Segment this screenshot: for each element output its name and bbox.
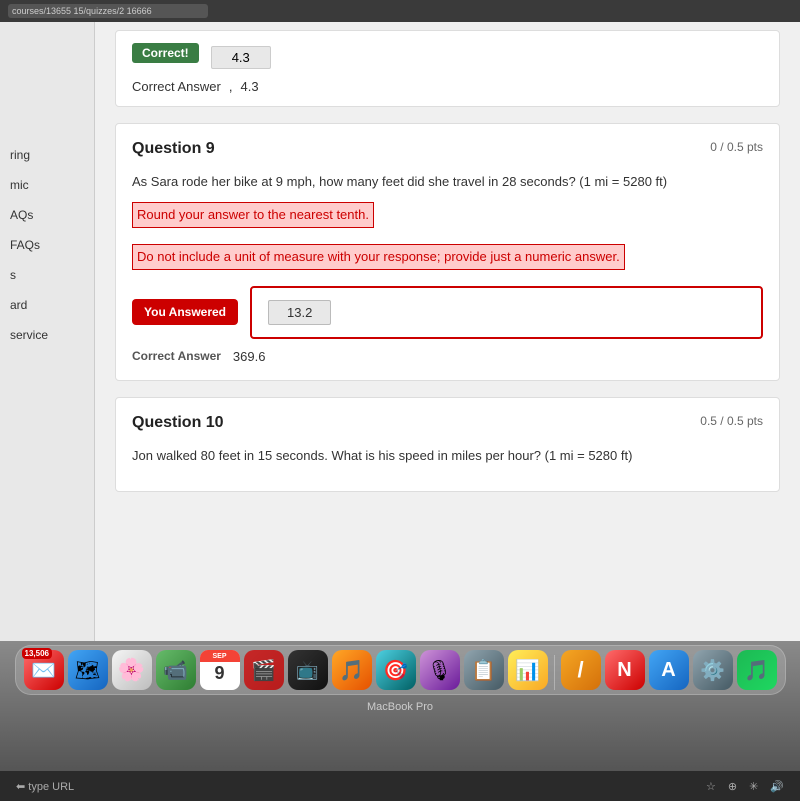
instruction-1-block: Round your answer to the nearest tenth. [132,202,763,234]
prev-answer-value: 4.3 [211,46,271,69]
prev-correct-answer-row: Correct Answer , 4.3 [132,79,763,94]
prev-correct-comma: , [229,79,233,94]
bottom-right: ☆ ⊕ ✳ 🔊 [706,780,784,793]
dock-podcasts-red-icon[interactable]: 🎬 [244,650,284,690]
macbook-label: MacBook Pro [367,701,433,713]
url-bar[interactable]: courses/13655 15/quizzes/2 16666 [8,4,208,18]
bottom-bar: ⬅ type URL ☆ ⊕ ✳ 🔊 [0,771,800,801]
sidebar-item-faqs[interactable]: FAQs [0,232,94,258]
correct-answer-value: 369.6 [233,349,266,364]
calendar-month: SEP [212,653,226,660]
correct-answer-label: Correct Answer [132,349,221,363]
question-9-header: Question 9 0 / 0.5 pts [132,140,763,158]
question-9-text: As Sara rode her bike at 9 mph, how many… [132,172,763,192]
question-10-header: Question 10 0.5 / 0.5 pts [132,414,763,432]
dock-calendar-icon[interactable]: SEP 9 [200,650,240,690]
dock-area: ✉️ 13,506 🗺 🌸 📹 SEP 9 [0,641,800,771]
dock-clipboard-icon[interactable]: 📋 [464,650,504,690]
you-answered-badge: You Answered [132,299,238,325]
bottom-left: ⬅ type URL [16,780,74,793]
dock-finder-icon[interactable]: 🎯 [376,650,416,690]
main-content: ring mic AQs FAQs s ard service Correct!… [0,22,800,641]
question-10-text: Jon walked 80 feet in 15 seconds. What i… [132,446,763,466]
instruction-2: Do not include a unit of measure with yo… [132,244,625,270]
star-icon[interactable]: ☆ [706,780,716,793]
dock-music-icon[interactable]: 🎵 [332,650,372,690]
dock-facetime-icon[interactable]: 📹 [156,650,196,690]
answer-input-container: 13.2 [250,286,763,339]
bottom-left-text: ⬅ type URL [16,780,74,793]
question-9-card: Question 9 0 / 0.5 pts As Sara rode her … [115,123,780,381]
dock-tv-icon[interactable]: 📺 [288,650,328,690]
user-answer-value: 13.2 [268,300,331,325]
prev-correct-answer-label: Correct Answer [132,79,221,94]
sidebar: ring mic AQs FAQs s ard service [0,22,95,641]
you-answered-section: You Answered 13.2 [132,286,763,339]
sidebar-item-aqs[interactable]: AQs [0,202,94,228]
question-10-title: Question 10 [132,414,224,432]
volume-icon[interactable]: 🔊 [770,780,784,793]
dock-appstore-icon[interactable]: A [649,650,689,690]
sidebar-item-mic[interactable]: mic [0,172,94,198]
content-area: Correct! 4.3 Correct Answer , 4.3 Questi… [95,22,800,641]
dock-divider [554,655,555,690]
calendar-top: SEP [200,650,240,662]
plus-icon[interactable]: ⊕ [728,780,737,793]
instruction-1: Round your answer to the nearest tenth. [132,202,374,228]
question-10-card: Question 10 0.5 / 0.5 pts Jon walked 80 … [115,397,780,493]
sidebar-item-s[interactable]: s [0,262,94,288]
sidebar-item-ring[interactable]: ring [0,142,94,168]
mail-badge: 13,506 [22,648,52,659]
url-text: courses/13655 15/quizzes/2 16666 [12,6,152,16]
question-10-points: 0.5 / 0.5 pts [700,414,763,428]
dock-podcast-icon[interactable]: 🎙 [420,650,460,690]
dock-spotify-icon[interactable]: 🎵 [737,650,777,690]
dock-charts-icon[interactable]: 📊 [508,650,548,690]
dock-maps-icon[interactable]: 🗺 [68,650,108,690]
asterisk-icon[interactable]: ✳ [749,780,758,793]
dock-photos-icon[interactable]: 🌸 [112,650,152,690]
instruction-2-block: Do not include a unit of measure with yo… [132,244,763,276]
dock-sysprefs-icon[interactable]: ⚙️ [693,650,733,690]
sidebar-item-service[interactable]: service [0,322,94,348]
dock-bar: ✉️ 13,506 🗺 🌸 📹 SEP 9 [15,645,786,695]
prev-correct-value: 4.3 [241,79,259,94]
browser-top-bar: courses/13655 15/quizzes/2 16666 [0,0,800,22]
calendar-day: 9 [214,664,224,682]
dock-news-icon[interactable]: N [605,650,645,690]
sidebar-item-ard[interactable]: ard [0,292,94,318]
question-9-title: Question 9 [132,140,215,158]
prev-question-card: Correct! 4.3 Correct Answer , 4.3 [115,30,780,107]
dock-edit-icon[interactable]: / [561,650,601,690]
question-9-points: 0 / 0.5 pts [710,140,763,154]
correct-answer-section: Correct Answer 369.6 [132,349,763,364]
dock-mail-icon[interactable]: ✉️ 13,506 [24,650,64,690]
correct-badge: Correct! [132,43,199,63]
